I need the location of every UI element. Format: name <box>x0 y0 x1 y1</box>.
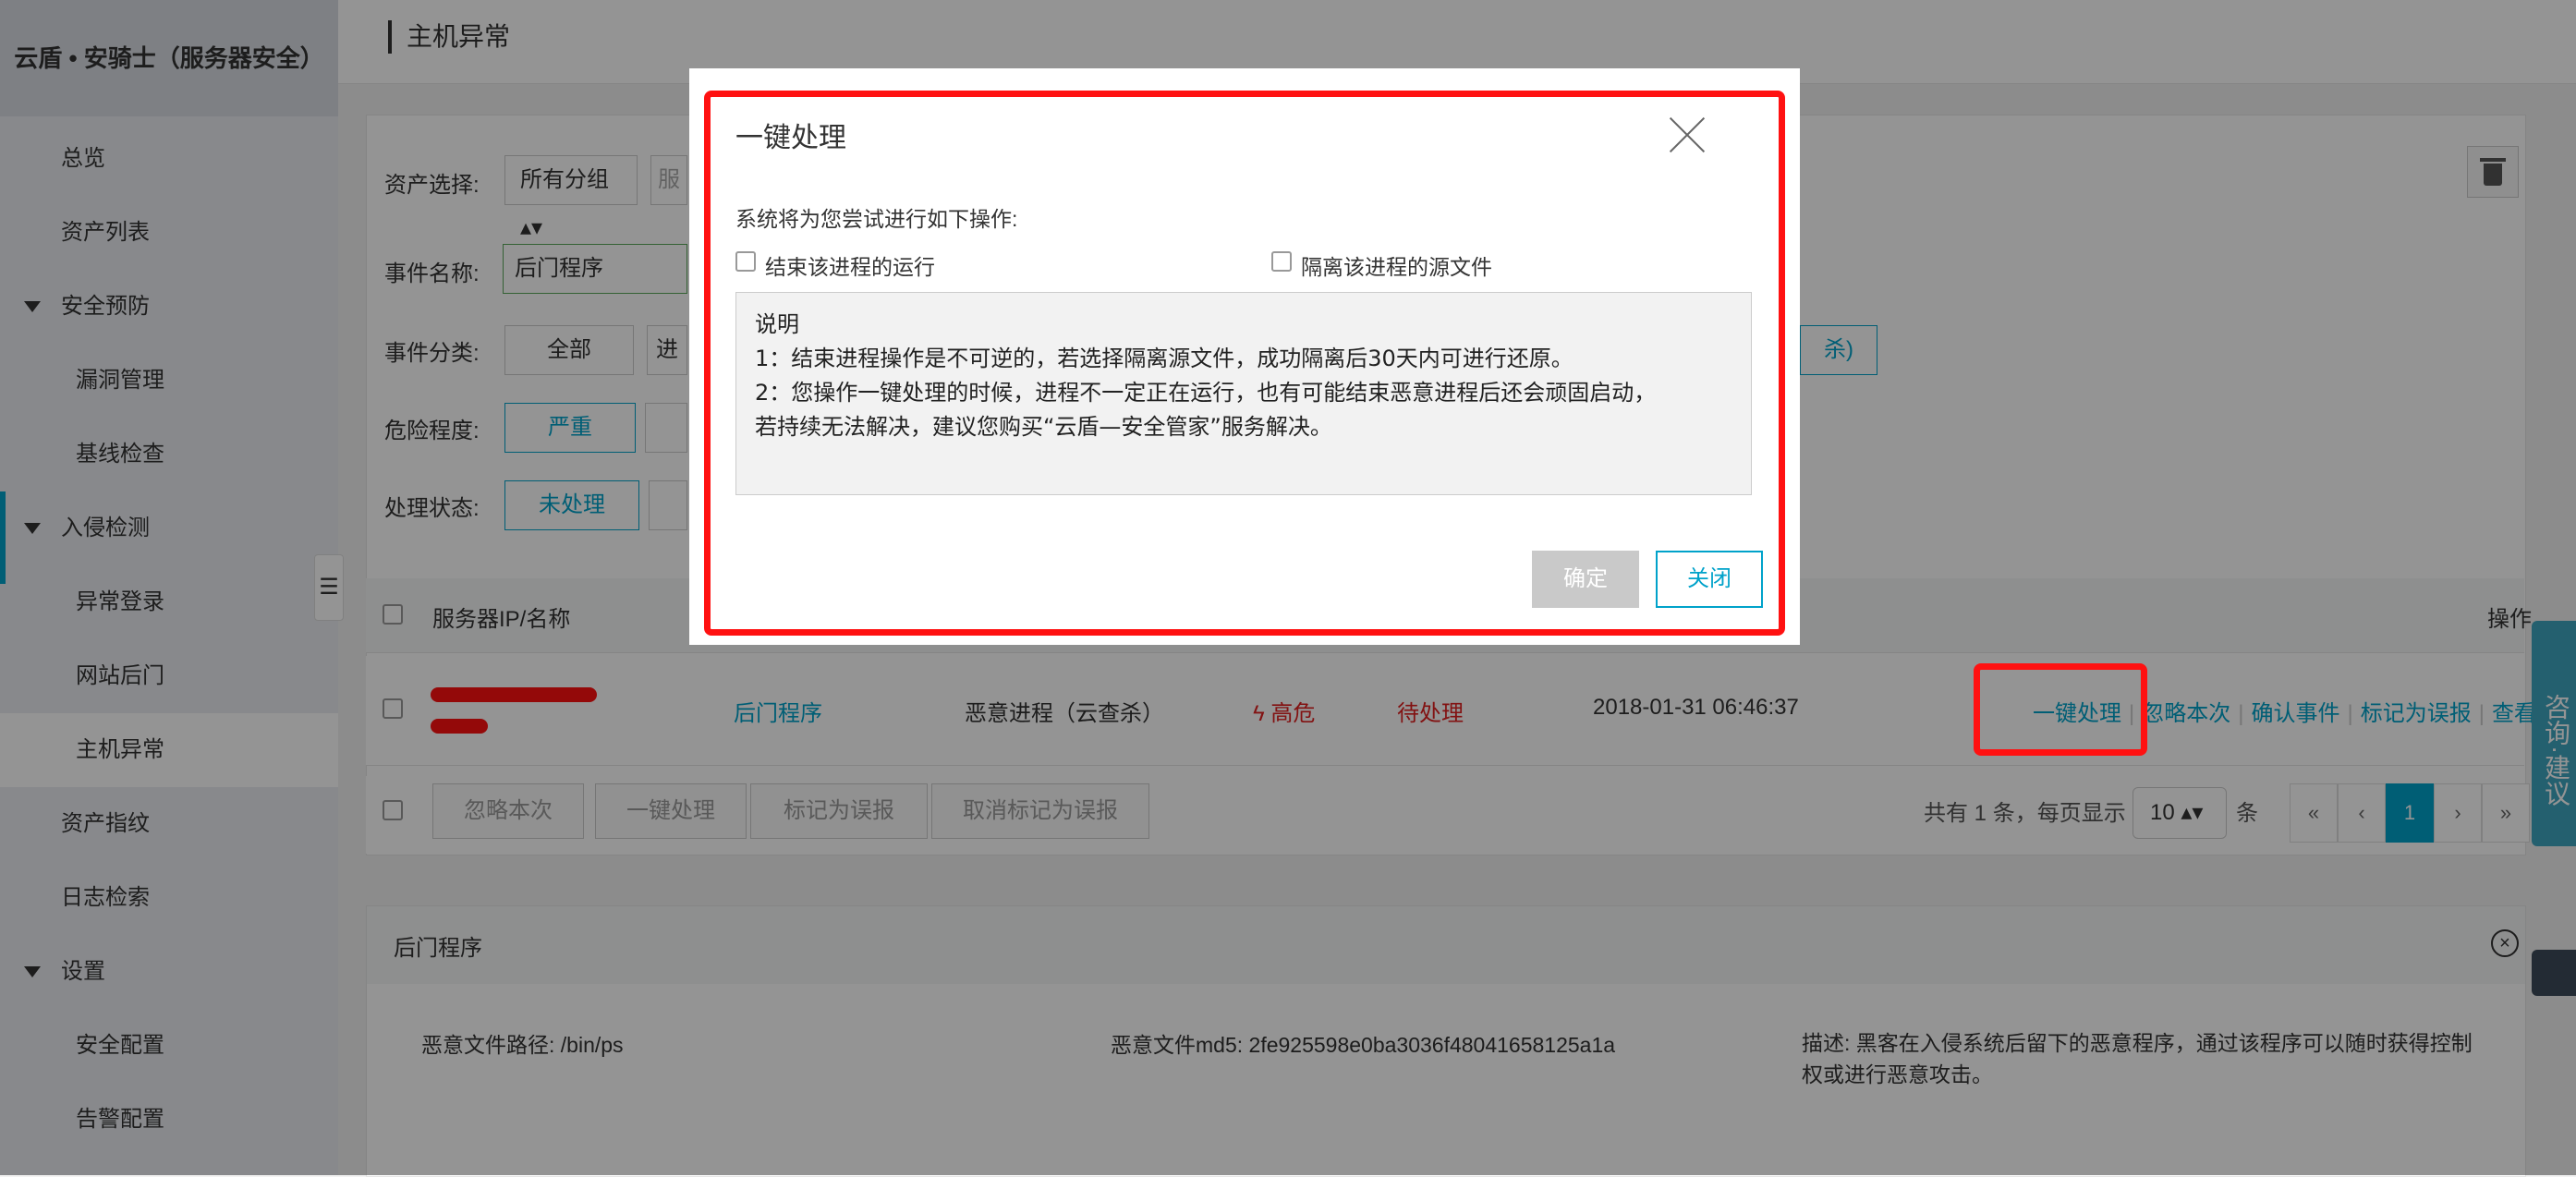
highlight-box-action <box>1974 663 2147 756</box>
highlight-box-dialog <box>704 91 1785 636</box>
